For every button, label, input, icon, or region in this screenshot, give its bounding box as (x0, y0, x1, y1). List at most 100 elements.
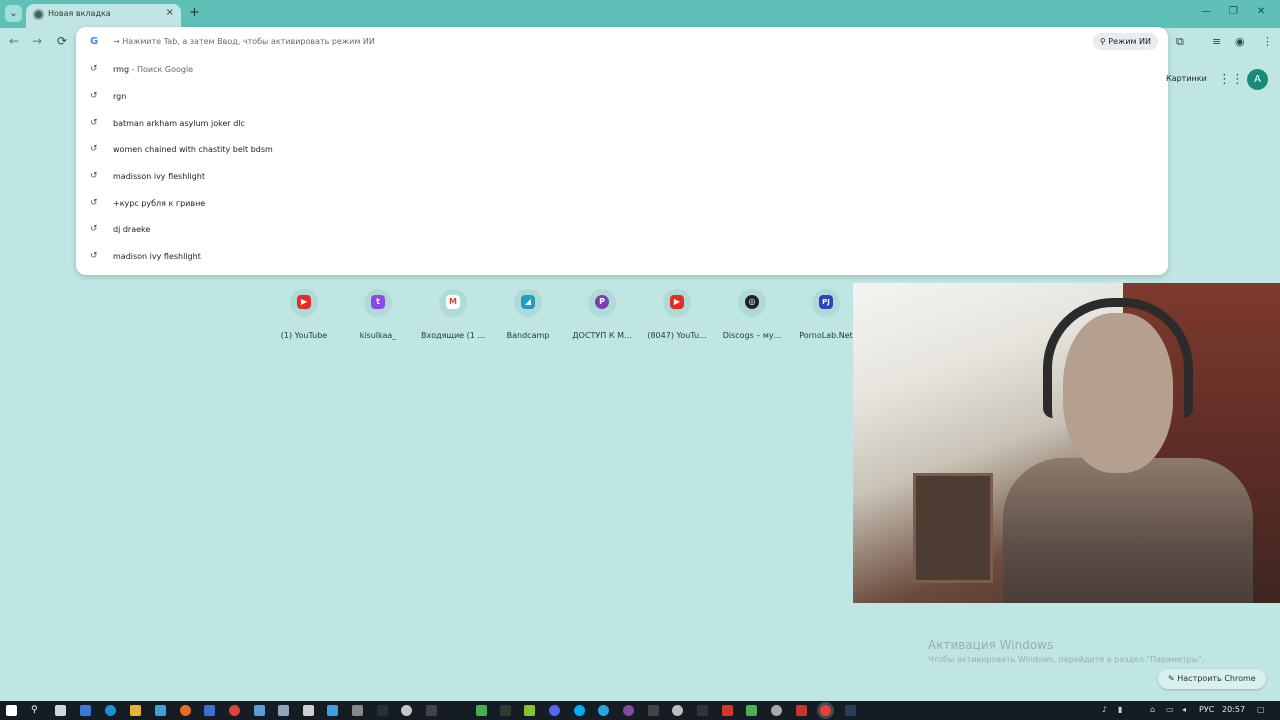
history-icon: ↺ (90, 251, 98, 261)
omnibox-dropdown: G → Нажмите Tab, а затем Ввод, чтобы акт… (76, 27, 1168, 275)
back-button[interactable]: ← (9, 34, 19, 48)
suggestion-text: madison ivy fleshlight (113, 252, 201, 261)
taskbar-app-icon[interactable] (352, 705, 363, 716)
shortcut-discogs[interactable]: ◎ Discogs – му... (715, 289, 789, 345)
bandcamp-icon: ◢ (521, 295, 535, 309)
notifications-icon[interactable]: ▢ (1257, 705, 1265, 714)
history-icon: ↺ (90, 144, 98, 154)
firefox-icon[interactable] (180, 705, 191, 716)
gmail-icon: M (446, 295, 460, 309)
shortcut-gmail[interactable]: M Входящие (1 ... (416, 289, 490, 345)
ai-mode-button[interactable]: ⚲ Режим ИИ (1092, 33, 1158, 50)
shortcut-pornolab[interactable]: PJ PornoLab.Net (789, 289, 863, 345)
reload-button[interactable]: ⟳ (57, 34, 67, 48)
tab-title: Новая вкладка (48, 9, 111, 18)
skype-icon[interactable] (574, 705, 585, 716)
taskbar-app-icon[interactable] (327, 705, 338, 716)
volume-icon[interactable]: ◂ (1182, 705, 1186, 714)
taskbar-app-icon[interactable] (648, 705, 659, 716)
viber-icon[interactable] (623, 705, 634, 716)
tab-search-button[interactable]: ⌄ (5, 5, 22, 22)
shortcut-youtube-2[interactable]: ▶ (8047) YouTu... (640, 289, 714, 345)
microphone-icon[interactable]: ♪ (1102, 705, 1107, 714)
taskbar-app-icon[interactable] (796, 705, 807, 716)
network-icon[interactable]: ⌂ (1150, 705, 1155, 714)
taskbar-app-icon[interactable] (500, 705, 511, 716)
taskbar-app-icon[interactable] (746, 705, 757, 716)
taskbar-app-icon[interactable] (80, 705, 91, 716)
taskbar-app-icon[interactable] (476, 705, 487, 716)
webcam-person-body (1003, 458, 1253, 603)
customize-chrome-button[interactable]: ✎ Настроить Chrome (1158, 669, 1266, 689)
history-icon: ↺ (90, 224, 98, 234)
file-explorer-icon[interactable] (130, 705, 141, 716)
shortcut-label: (8047) YouTu... (647, 331, 707, 340)
display-icon[interactable]: ▭ (1166, 705, 1174, 714)
battery-icon[interactable]: ▮ (1118, 705, 1122, 714)
taskbar-app-icon[interactable] (771, 705, 782, 716)
new-tab-button[interactable]: + (189, 5, 200, 20)
menu-icon[interactable]: ⋮ (1262, 35, 1273, 48)
tab-new-tab[interactable]: Новая вкладка × (26, 4, 181, 28)
shortcut-label: Входящие (1 ... (420, 331, 486, 340)
history-icon: ↺ (90, 171, 98, 181)
omnibox-input[interactable]: → Нажмите Tab, а затем Ввод, чтобы актив… (113, 37, 375, 46)
profile-icon[interactable]: ◉ (1235, 35, 1245, 48)
telegram-icon[interactable] (598, 705, 609, 716)
avatar[interactable]: A (1247, 69, 1268, 90)
suggestion-item[interactable]: ↺ dj draeke (76, 217, 1168, 243)
suggestion-subtext: - Поиск Google (129, 65, 194, 74)
suggestion-item[interactable]: ↺ rmg - Поиск Google (76, 57, 1168, 83)
start-icon[interactable] (6, 705, 17, 716)
steam-icon[interactable] (377, 705, 388, 716)
chrome-icon (33, 9, 44, 20)
chrome-active-icon[interactable] (820, 705, 831, 716)
discord-icon[interactable] (549, 705, 560, 716)
taskbar-app-icon[interactable] (672, 705, 683, 716)
language-indicator[interactable]: РУС (1199, 705, 1214, 714)
taskbar-app-icon[interactable] (722, 705, 733, 716)
suggestion-item[interactable]: ↺ women chained with chastity belt bdsm (76, 137, 1168, 163)
taskbar-app-icon[interactable] (845, 705, 856, 716)
minimize-button[interactable]: — (1201, 6, 1211, 17)
taskbar-app-icon[interactable] (303, 705, 314, 716)
restore-button[interactable]: ❐ (1229, 6, 1238, 17)
shortcut-youtube[interactable]: ▶ (1) YouTube (267, 289, 341, 345)
google-icon: G (90, 36, 99, 47)
shortcut-label: PornoLab.Net (799, 331, 853, 340)
extensions-icon[interactable]: ⧉ (1176, 35, 1184, 49)
forward-button[interactable]: → (32, 34, 42, 48)
chrome-taskbar-icon[interactable] (229, 705, 240, 716)
task-view-icon[interactable] (55, 705, 66, 716)
suggestion-text: madisson ivy fleshlight (113, 172, 206, 181)
suggestion-item[interactable]: ↺ +курс рубля к гривне (76, 191, 1168, 217)
shortcut-access[interactable]: P ДОСТУП К М... (565, 289, 639, 345)
search-icon[interactable]: ⚲ (31, 705, 42, 716)
taskbar-app-icon[interactable] (697, 705, 708, 716)
taskbar-app-icon[interactable] (204, 705, 215, 716)
taskbar-app-icon[interactable] (426, 705, 437, 716)
tab-close-icon[interactable]: × (166, 7, 174, 18)
history-icon: ↺ (90, 91, 98, 101)
images-link[interactable]: Картинки (1166, 74, 1207, 83)
pencil-icon: ✎ (1168, 674, 1178, 683)
close-window-button[interactable]: ✕ (1257, 6, 1265, 17)
clock[interactable]: 20:57 (1222, 705, 1245, 714)
discogs-icon: ◎ (745, 295, 759, 309)
taskbar-app-icon[interactable] (524, 705, 535, 716)
shortcut-twitch[interactable]: t kisulkaa_ (341, 289, 415, 345)
media-controls-icon[interactable]: ≡ (1212, 35, 1221, 48)
suggestion-item[interactable]: ↺ batman arkham asylum joker dlc (76, 111, 1168, 137)
taskbar-app-icon[interactable] (401, 705, 412, 716)
customize-chrome-label: Настроить Chrome (1177, 674, 1256, 683)
shortcut-bandcamp[interactable]: ◢ Bandcamp (491, 289, 565, 345)
suggestion-item[interactable]: ↺ rgn (76, 84, 1168, 110)
taskbar-app-icon[interactable] (254, 705, 265, 716)
edge-icon[interactable] (105, 705, 116, 716)
windows-activation-subtitle: Чтобы активировать Windows, перейдите в … (928, 655, 1205, 664)
taskbar-app-icon[interactable] (155, 705, 166, 716)
suggestion-item[interactable]: ↺ madisson ivy fleshlight (76, 164, 1168, 190)
suggestion-text: dj draeke (113, 225, 151, 234)
notepad-icon[interactable] (278, 705, 289, 716)
suggestion-item[interactable]: ↺ madison ivy fleshlight (76, 244, 1168, 270)
